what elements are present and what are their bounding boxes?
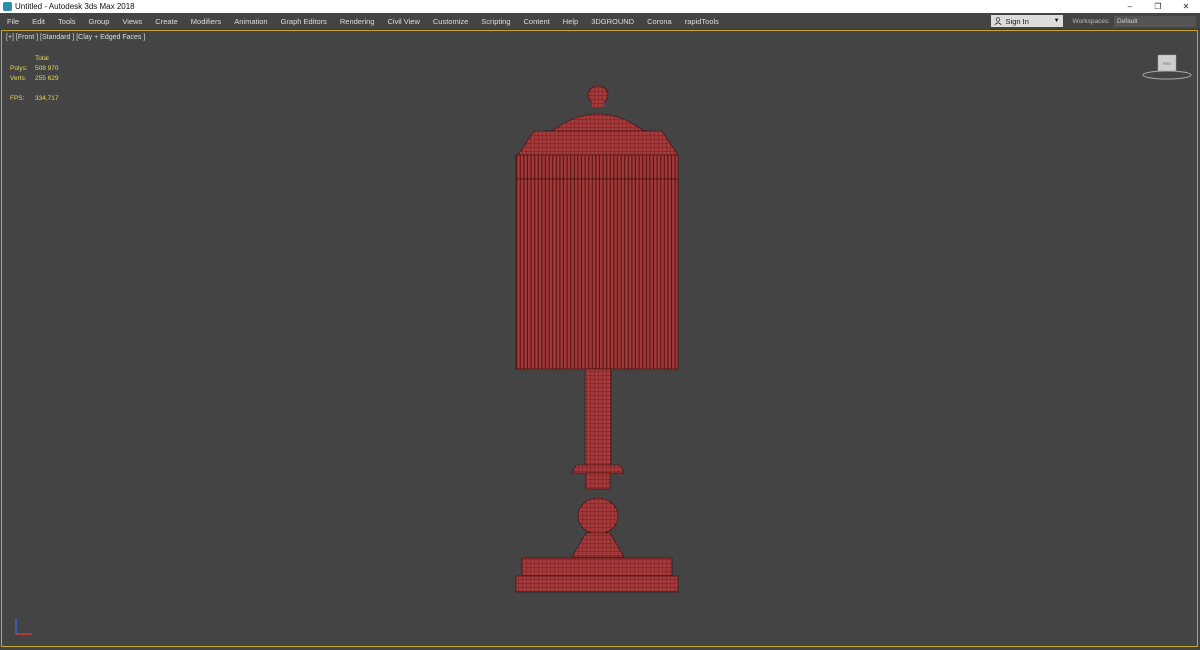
viewport-front[interactable]: [+] [Front ] [Standard ] [Clay + Edged F…	[1, 30, 1198, 647]
minimize-button[interactable]: –	[1116, 0, 1144, 13]
menu-item-tools[interactable]: Tools	[51, 17, 82, 26]
table-lamp-model[interactable]	[2, 31, 1197, 646]
window-title: Untitled - Autodesk 3ds Max 2018	[15, 2, 135, 11]
menu-item-views[interactable]: Views	[115, 17, 148, 26]
user-icon	[994, 17, 1002, 25]
menu-item-edit[interactable]: Edit	[25, 17, 51, 26]
axis-tripod-icon	[15, 618, 32, 635]
workspaces: Workspaces: Default	[1072, 15, 1196, 27]
sign-in-dropdown[interactable]: Sign In ▼	[990, 15, 1063, 27]
menu-item-graph-editors[interactable]: Graph Editors	[274, 17, 333, 26]
lamp-shade-crown	[515, 154, 679, 180]
menu-item-file[interactable]: File	[0, 17, 25, 26]
workspaces-label: Workspaces:	[1072, 17, 1110, 25]
lamp-knob	[577, 497, 619, 535]
restore-button[interactable]: ❐	[1144, 0, 1172, 13]
lamp-finial	[587, 85, 609, 107]
lamp-stem	[584, 368, 612, 466]
lamp-base-bottom	[515, 575, 679, 593]
lamp-shade-fringe	[515, 178, 679, 370]
menu-item-civil-view[interactable]: Civil View	[380, 17, 425, 26]
chevron-down-icon: ▼	[1053, 18, 1060, 24]
app-icon	[3, 2, 12, 11]
lamp-shade-top	[517, 130, 679, 156]
lamp-cap	[546, 113, 650, 132]
menu-item-scripting[interactable]: Scripting	[474, 17, 516, 26]
menu-item-group[interactable]: Group	[82, 17, 116, 26]
menu-item-rendering[interactable]: Rendering	[333, 17, 381, 26]
menu-item-content[interactable]: Content	[516, 17, 555, 26]
close-button[interactable]: ✕	[1172, 0, 1200, 13]
lamp-foot	[571, 532, 625, 558]
menu-items: File Edit Tools Group Views Create Modifiers An…	[0, 17, 991, 26]
lamp-neck	[585, 472, 611, 490]
menu-item-modifiers[interactable]: Modifiers	[184, 17, 227, 26]
workspaces-select[interactable]: Default	[1114, 15, 1196, 27]
menu-bar: File Edit Tools Group Views Create Modifiers An…	[0, 13, 1200, 30]
menu-item-animation[interactable]: Animation	[227, 17, 273, 26]
menu-item-3dground[interactable]: 3DGROUND	[584, 17, 640, 26]
title-bar: Untitled - Autodesk 3ds Max 2018 – ❐ ✕	[0, 0, 1200, 13]
lamp-base-top	[521, 557, 673, 577]
window-controls: – ❐ ✕	[1116, 0, 1200, 13]
lamp-collar	[571, 464, 625, 474]
menu-item-create[interactable]: Create	[148, 17, 184, 26]
menu-item-corona[interactable]: Corona	[640, 17, 678, 26]
menu-item-rapidtools[interactable]: rapidTools	[678, 17, 725, 26]
menu-item-customize[interactable]: Customize	[426, 17, 474, 26]
menu-item-help[interactable]: Help	[556, 17, 584, 26]
sign-in-label: Sign In	[1005, 16, 1029, 26]
